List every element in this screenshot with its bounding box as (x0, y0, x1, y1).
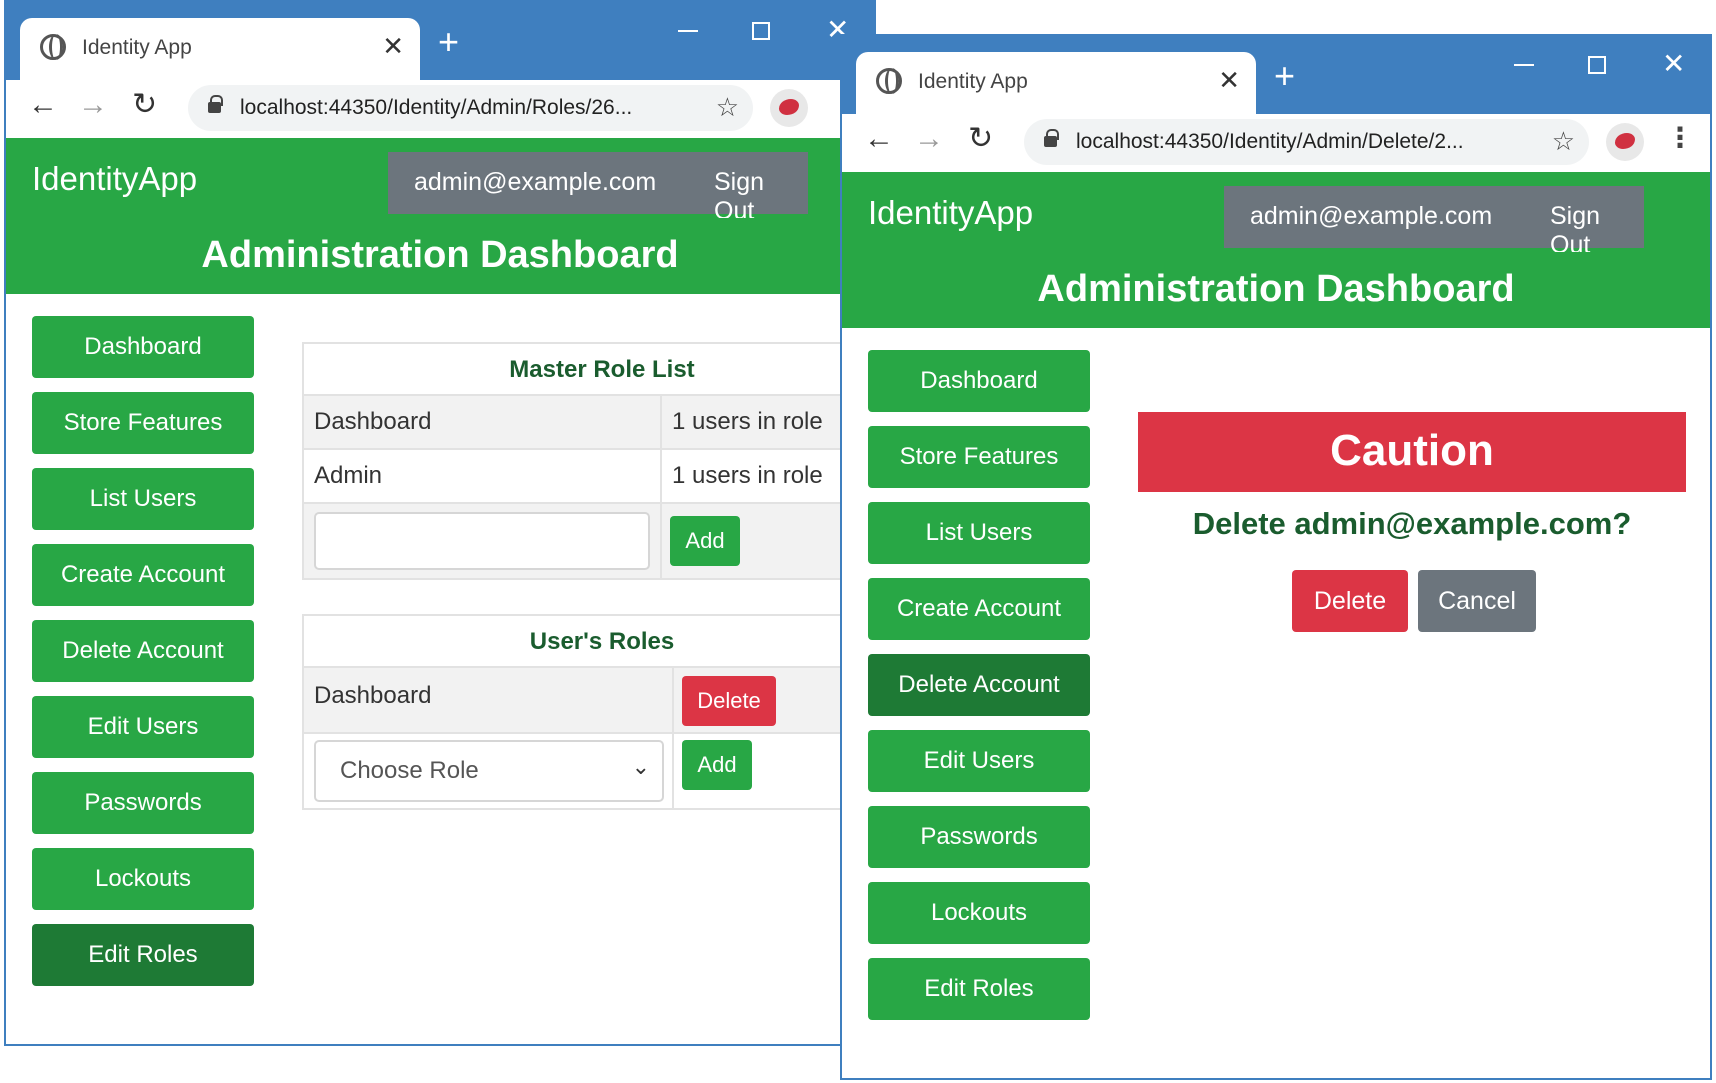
brand-bar: IdentityApp admin@example.com Sign Out (6, 138, 874, 225)
role-select-value: Choose Role (340, 757, 479, 784)
sidebar-item-edit-users[interactable]: Edit Users (868, 730, 1090, 792)
role-count: 1 users in role (672, 408, 823, 435)
tab-strip: Identity App ✕ + ✕ (6, 2, 874, 80)
confirm-delete-button[interactable]: Delete (1292, 570, 1408, 632)
profile-avatar[interactable] (1606, 123, 1644, 161)
page-title: Administration Dashboard (1037, 268, 1515, 310)
user-role-name: Dashboard (314, 682, 432, 709)
brand-link[interactable]: IdentityApp (32, 160, 197, 198)
user-roles-header: User's Roles (304, 616, 874, 668)
table-row: Dashboard Delete (304, 668, 874, 734)
sidebar-item-dashboard[interactable]: Dashboard (868, 350, 1090, 412)
sidebar: Dashboard Store Features List Users Crea… (32, 316, 254, 1000)
chevron-down-icon: ⌄ (631, 754, 650, 779)
role-name: Admin (314, 462, 383, 489)
arrow-left-icon[interactable]: ← (864, 124, 894, 154)
sidebar-item-store-features[interactable]: Store Features (32, 392, 254, 454)
arrow-left-icon[interactable]: ← (28, 90, 58, 120)
close-icon[interactable]: ✕ (1218, 65, 1240, 96)
tab-strip: Identity App ✕ + ✕ (842, 36, 1710, 114)
url-text: localhost:44350/Identity/Admin/Roles/26.… (240, 96, 633, 119)
sidebar-item-create-account[interactable]: Create Account (868, 578, 1090, 640)
tab-title: Identity App (918, 70, 1028, 93)
sidebar-item-delete-account[interactable]: Delete Account (32, 620, 254, 682)
profile-avatar[interactable] (770, 89, 808, 127)
caution-banner: Caution (1138, 412, 1686, 492)
sidebar-item-lockouts[interactable]: Lockouts (32, 848, 254, 910)
brand-bar: IdentityApp admin@example.com Sign Out (842, 172, 1710, 259)
browser-tab[interactable]: Identity App ✕ (20, 18, 420, 80)
user-roles-table: User's Roles Dashboard Delete Choose Rol… (302, 614, 874, 810)
close-window-icon[interactable]: ✕ (1662, 50, 1685, 78)
browser-window-roles: Identity App ✕ + ✕ ← → ↻ localhost:44350… (4, 0, 876, 1046)
browser-window-delete: Identity App ✕ + ✕ ← → ↻ localhost:44350… (840, 34, 1712, 1080)
browser-tab[interactable]: Identity App ✕ (856, 52, 1256, 114)
user-email: admin@example.com (1250, 202, 1493, 230)
tab-title: Identity App (82, 36, 192, 59)
sidebar-item-passwords[interactable]: Passwords (32, 772, 254, 834)
sidebar-item-passwords[interactable]: Passwords (868, 806, 1090, 868)
page-content: IdentityApp admin@example.com Sign Out A… (842, 172, 1710, 1078)
add-role-row: Add (304, 504, 874, 578)
address-bar: ← → ↻ localhost:44350/Identity/Admin/Del… (842, 114, 1710, 172)
brand-link[interactable]: IdentityApp (868, 194, 1033, 232)
user-box: admin@example.com Sign Out (1224, 186, 1644, 259)
star-icon[interactable]: ☆ (716, 92, 739, 123)
lock-icon (208, 95, 223, 113)
arrow-right-icon[interactable]: → (78, 90, 108, 120)
new-role-input[interactable] (314, 512, 650, 570)
page-title: Administration Dashboard (201, 234, 679, 276)
sidebar-item-edit-roles[interactable]: Edit Roles (32, 924, 254, 986)
url-field[interactable]: localhost:44350/Identity/Admin/Roles/26.… (188, 85, 753, 131)
assign-role-row: Choose Role ⌄ Add (304, 734, 874, 808)
maximize-icon[interactable] (752, 22, 770, 40)
sidebar-item-list-users[interactable]: List Users (868, 502, 1090, 564)
master-role-header: Master Role List (304, 344, 874, 396)
table-row: Dashboard 1 users in role (304, 396, 874, 450)
cancel-button[interactable]: Cancel (1418, 570, 1536, 632)
assign-role-button[interactable]: Add (682, 740, 752, 790)
arrow-right-icon[interactable]: → (914, 124, 944, 154)
dashboard-header: Administration Dashboard (6, 218, 874, 294)
sidebar-item-lockouts[interactable]: Lockouts (868, 882, 1090, 944)
table-row: Admin 1 users in role (304, 450, 874, 504)
sidebar-item-delete-account[interactable]: Delete Account (868, 654, 1090, 716)
reload-icon[interactable]: ↻ (968, 124, 993, 154)
minimize-icon[interactable] (1514, 64, 1534, 66)
globe-icon (876, 68, 902, 94)
maximize-icon[interactable] (1588, 56, 1606, 74)
sidebar-item-create-account[interactable]: Create Account (32, 544, 254, 606)
sidebar-item-edit-users[interactable]: Edit Users (32, 696, 254, 758)
star-icon[interactable]: ☆ (1552, 126, 1575, 157)
plus-icon[interactable]: + (438, 24, 459, 60)
globe-icon (40, 34, 66, 60)
role-select[interactable]: Choose Role ⌄ (314, 740, 664, 802)
lock-icon (1044, 129, 1059, 147)
user-email: admin@example.com (414, 168, 657, 196)
sidebar-item-list-users[interactable]: List Users (32, 468, 254, 530)
add-role-button[interactable]: Add (670, 516, 740, 566)
plus-icon[interactable]: + (1274, 58, 1295, 94)
delete-role-button[interactable]: Delete (682, 676, 776, 726)
minimize-icon[interactable] (678, 30, 698, 32)
reload-icon[interactable]: ↻ (132, 90, 157, 120)
delete-confirmation-text: Delete admin@example.com? (1192, 506, 1632, 541)
page-content: IdentityApp admin@example.com Sign Out A… (6, 138, 874, 1044)
sidebar-item-edit-roles[interactable]: Edit Roles (868, 958, 1090, 1020)
caution-title: Caution (1330, 426, 1494, 475)
kebab-icon[interactable]: ⋮ (1666, 124, 1694, 152)
user-box: admin@example.com Sign Out (388, 152, 808, 225)
close-icon[interactable]: ✕ (382, 31, 404, 62)
sidebar: Dashboard Store Features List Users Crea… (868, 350, 1090, 1034)
master-role-table: Master Role List Dashboard 1 users in ro… (302, 342, 874, 580)
sidebar-item-dashboard[interactable]: Dashboard (32, 316, 254, 378)
url-text: localhost:44350/Identity/Admin/Delete/2.… (1076, 130, 1464, 153)
dashboard-header: Administration Dashboard (842, 252, 1710, 328)
address-bar: ← → ↻ localhost:44350/Identity/Admin/Rol… (6, 80, 874, 138)
url-field[interactable]: localhost:44350/Identity/Admin/Delete/2.… (1024, 119, 1589, 165)
sidebar-item-store-features[interactable]: Store Features (868, 426, 1090, 488)
role-count: 1 users in role (672, 462, 823, 489)
role-name: Dashboard (314, 408, 432, 435)
